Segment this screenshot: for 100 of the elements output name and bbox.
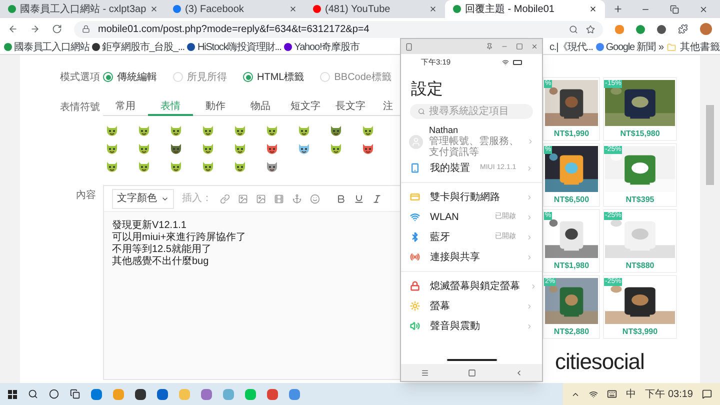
settings-item[interactable]: 連接與共享 <box>401 247 542 267</box>
emoji-icon[interactable] <box>329 123 343 137</box>
emoji-icon[interactable] <box>265 123 279 137</box>
bookmark[interactable]: 國泰員工入口網站 <box>4 40 90 54</box>
account-row[interactable]: Nathan 管理帳號、雲服務、支付資訊等 <box>409 125 534 158</box>
emoji-icon[interactable] <box>169 141 183 155</box>
forward-icon[interactable] <box>30 24 40 34</box>
new-tab-icon[interactable] <box>613 4 623 14</box>
anchor-icon[interactable] <box>292 194 302 204</box>
emoji-icon[interactable] <box>105 141 119 155</box>
emoji-tab[interactable]: 常用 <box>103 99 148 116</box>
home-icon[interactable] <box>468 368 476 376</box>
underline-icon[interactable] <box>354 194 364 204</box>
emoji-tab[interactable]: 注 <box>373 99 393 116</box>
emoji-icon[interactable] <box>201 159 215 173</box>
wifi-icon <box>502 58 509 66</box>
star-icon[interactable] <box>586 24 595 34</box>
emoji-icon[interactable] <box>265 141 279 155</box>
close-icon[interactable] <box>589 5 597 13</box>
search-icon[interactable] <box>28 389 38 399</box>
maximize-icon[interactable] <box>516 43 523 50</box>
emoji-icon[interactable] <box>201 123 215 137</box>
windows-icon[interactable] <box>8 390 17 398</box>
emoji-icon[interactable] <box>137 123 151 137</box>
search-icon <box>418 108 425 115</box>
emoji-tab[interactable]: 長文字 <box>328 99 373 116</box>
video-icon[interactable] <box>274 194 284 204</box>
reload-icon[interactable] <box>52 24 62 34</box>
emoji-icon[interactable] <box>361 141 375 155</box>
settings-item[interactable]: 雙卡與行動網路 <box>401 187 542 207</box>
avatar[interactable] <box>700 23 712 35</box>
more-bookmarks[interactable]: » <box>658 40 664 54</box>
folder-icon <box>667 42 676 52</box>
emoji-icon[interactable] <box>233 123 247 137</box>
italic-icon[interactable] <box>372 194 382 204</box>
editor[interactable]: 文字顏色 插入： 發現更新V12.1.1 可以用miui+來進行跨屏協作了 不用等到12.5就能用了 其他感覺不出什麼bug <box>103 185 403 380</box>
bookmark-folder[interactable]: 其他書籤 <box>667 40 720 54</box>
settings-item[interactable]: 螢幕 <box>401 296 542 316</box>
emoji-icon[interactable] <box>169 123 183 137</box>
emoji-tab[interactable]: 物品 <box>238 99 283 116</box>
zoom-icon[interactable] <box>569 24 578 34</box>
emoji-icon[interactable] <box>169 159 183 173</box>
phone-icon[interactable] <box>405 42 413 50</box>
emoji-icon[interactable] <box>201 141 215 155</box>
restore-icon[interactable] <box>670 5 679 14</box>
radio-button[interactable] <box>103 72 113 82</box>
emoji-icon[interactable] <box>105 123 119 137</box>
back-icon[interactable] <box>8 24 18 34</box>
bold-icon[interactable] <box>336 194 346 204</box>
radio-button[interactable] <box>243 72 253 82</box>
app-icon[interactable] <box>135 388 146 400</box>
sticker-icon[interactable] <box>310 194 320 204</box>
bookmark[interactable]: c.|《現代... <box>550 40 593 54</box>
ime-indicator[interactable]: 中 <box>626 386 636 402</box>
bookmark[interactable]: Google 新聞 <box>596 40 656 54</box>
circle-icon[interactable] <box>49 389 59 399</box>
radio-label: HTML標籤 <box>257 70 304 84</box>
emoji-icon[interactable] <box>297 123 311 137</box>
browser-tab[interactable]: (3) Facebook <box>165 0 305 18</box>
site-icon <box>4 43 12 51</box>
emoji-icon[interactable] <box>329 141 343 155</box>
menu-icon[interactable] <box>420 368 428 376</box>
extensions-icon[interactable] <box>678 24 688 34</box>
address-field[interactable]: mobile01.com/post.php?mode=reply&f=634&t=6312172&p=4 <box>74 20 603 38</box>
emoji-icon[interactable] <box>361 123 375 137</box>
scrollbar-thumb[interactable] <box>706 105 714 185</box>
gallery-icon[interactable] <box>256 194 266 204</box>
close-icon[interactable] <box>429 5 437 13</box>
settings-item[interactable]: 熄滅螢幕與鎖定螢幕 <box>401 276 542 296</box>
clock[interactable]: 下午 03:19 <box>645 386 693 402</box>
browser-tab[interactable]: 國泰員工入口網站 - cxlpt3ap <box>0 0 165 18</box>
pin-icon[interactable] <box>486 43 493 50</box>
emoji-icon[interactable] <box>105 159 119 173</box>
bookmark[interactable]: 鉅亨網股市_台股_... <box>92 40 184 54</box>
wifi-icon[interactable] <box>589 390 598 398</box>
close-icon[interactable] <box>699 5 708 14</box>
link-icon[interactable] <box>220 194 230 204</box>
notification-icon[interactable] <box>702 389 712 399</box>
emoji-icon[interactable] <box>137 159 151 173</box>
brand-logo[interactable]: citiesocial <box>555 345 700 378</box>
browser-tab[interactable]: 回覆主題 - Mobile01 <box>445 0 605 18</box>
emoji-icon[interactable] <box>233 159 247 173</box>
emoji-tab[interactable]: 動作 <box>193 99 238 116</box>
image-icon[interactable] <box>238 194 248 204</box>
keyboard-icon[interactable] <box>607 389 618 399</box>
close-icon[interactable] <box>150 5 158 13</box>
text-color-dropdown[interactable]: 文字顏色 <box>112 188 174 208</box>
browser-tab[interactable]: (481) YouTube <box>305 0 445 18</box>
bookmark[interactable]: Yahoo!奇摩股市 <box>284 40 360 54</box>
settings-item[interactable]: 聲音與震動 <box>401 316 542 336</box>
emoji-icon[interactable] <box>297 141 311 155</box>
app-icon[interactable] <box>157 388 168 400</box>
emoji-tab[interactable]: 短文字 <box>283 99 328 116</box>
task-view-icon[interactable] <box>70 389 80 399</box>
bookmark[interactable]: HiStock嗨投資理財... <box>187 40 282 54</box>
emoji-icon[interactable] <box>265 159 279 173</box>
emoji-icon[interactable] <box>137 141 151 155</box>
chevron-icon <box>526 164 534 172</box>
close-icon[interactable] <box>289 5 297 13</box>
emoji-icon[interactable] <box>233 141 247 155</box>
